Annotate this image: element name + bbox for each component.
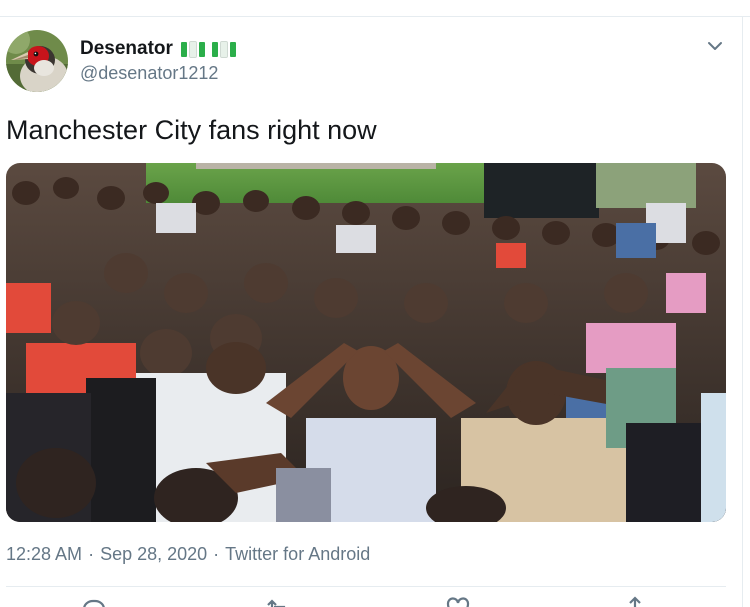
tweet-actions <box>0 596 750 607</box>
tweet-time[interactable]: 12:28 AM <box>6 544 82 565</box>
author-handle[interactable]: @desenator1212 <box>80 63 218 84</box>
author-name-row: Desenator <box>80 38 236 60</box>
tweet-date[interactable]: Sep 28, 2020 <box>100 544 207 565</box>
tweet-top-border <box>0 16 750 17</box>
bird-avatar-icon <box>6 30 68 92</box>
share-icon[interactable] <box>622 596 648 607</box>
tweet-photo[interactable] <box>6 163 726 522</box>
tweet-divider <box>6 586 726 587</box>
tweet-menu-button[interactable] <box>705 36 725 56</box>
crowd-photo-image <box>6 163 726 522</box>
like-icon[interactable] <box>445 596 471 607</box>
tweet-text: Manchester City fans right now <box>6 115 377 145</box>
reply-icon[interactable] <box>80 596 106 607</box>
avatar[interactable] <box>6 30 68 92</box>
author-display-name[interactable]: Desenator <box>80 38 173 60</box>
meta-separator: · <box>88 544 95 564</box>
chevron-down-icon <box>708 42 722 50</box>
meta-separator: · <box>213 544 220 564</box>
nigeria-flag-icon <box>180 40 236 58</box>
tweet-right-border <box>742 16 743 607</box>
retweet-icon[interactable] <box>265 596 291 607</box>
tweet-source[interactable]: Twitter for Android <box>225 544 370 565</box>
tweet-meta: 12:28 AM · Sep 28, 2020 · Twitter for An… <box>6 544 370 565</box>
